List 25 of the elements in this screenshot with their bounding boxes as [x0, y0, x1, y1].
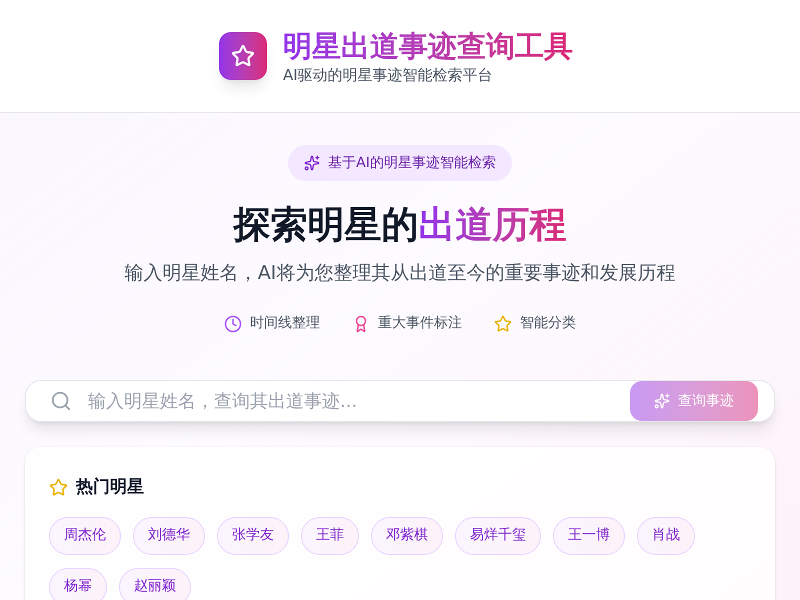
celebrity-chip[interactable]: 张学友	[217, 516, 289, 554]
search-icon	[50, 390, 72, 412]
feature-label: 智能分类	[520, 314, 576, 333]
celebrity-chip[interactable]: 肖战	[637, 516, 695, 554]
hero-title: 探索明星的出道历程	[234, 202, 566, 248]
celebrity-chip[interactable]: 王一博	[553, 516, 625, 554]
feature-label: 时间线整理	[250, 314, 320, 333]
badge-text: 基于AI的明星事迹智能检索	[328, 154, 496, 172]
celebrity-chip[interactable]: 周杰伦	[49, 516, 121, 554]
feature-label: 重大事件标注	[378, 314, 462, 333]
hero-description: 输入明星姓名，AI将为您整理其从出道至今的重要事迹和发展历程	[124, 261, 676, 286]
star-icon	[494, 314, 512, 332]
celebrity-chip[interactable]: 杨幂	[49, 568, 107, 600]
celebrity-chip[interactable]: 王菲	[301, 516, 359, 554]
celebrity-chip[interactable]: 易烊千玺	[455, 516, 541, 554]
sparkle-icon	[654, 393, 670, 409]
app-subtitle: AI驱动的明星事迹智能检索平台	[283, 65, 494, 85]
celebrity-chip[interactable]: 刘德华	[133, 516, 205, 554]
star-icon	[49, 478, 68, 498]
star-logo-icon	[219, 32, 267, 80]
celebrity-chip[interactable]: 邓紫棋	[371, 516, 443, 554]
sparkle-icon	[304, 155, 320, 171]
celebrity-chip[interactable]: 赵丽颖	[119, 568, 191, 600]
popular-title: 热门明星	[76, 476, 144, 499]
clock-icon	[224, 314, 242, 332]
